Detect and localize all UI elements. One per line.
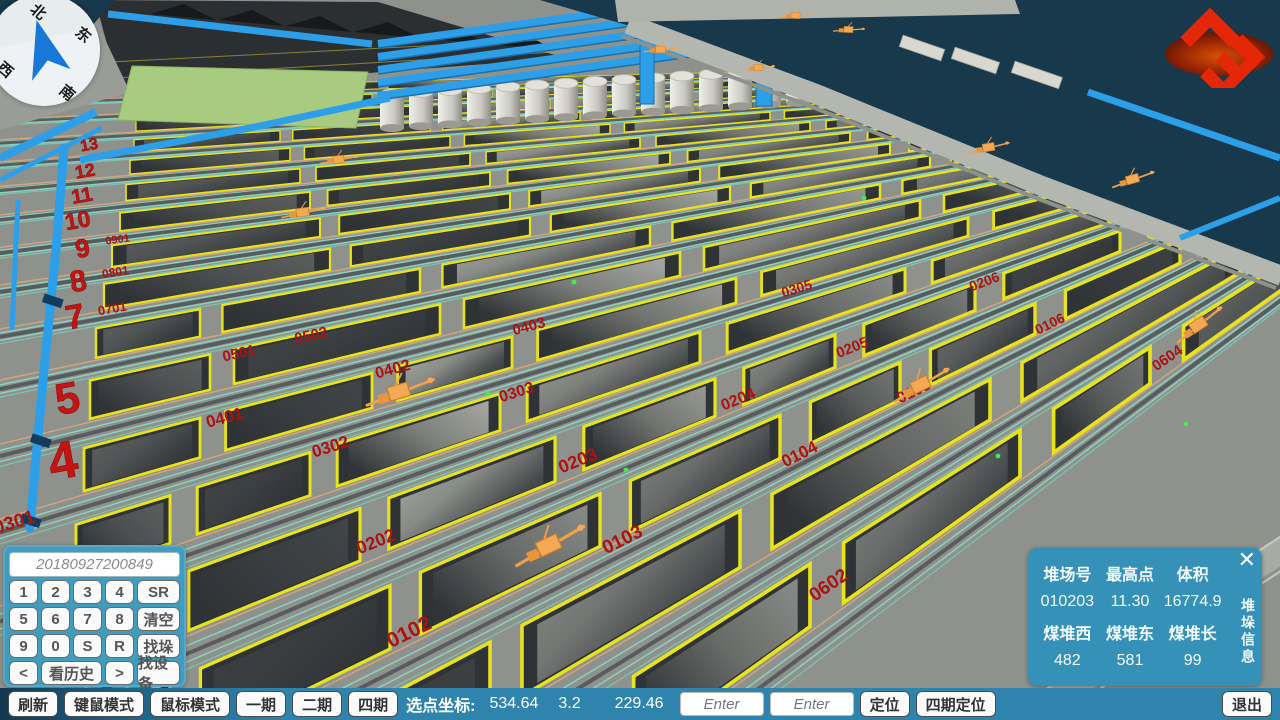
key-8[interactable]: 8 <box>105 607 134 631</box>
status-dot <box>996 454 1001 459</box>
picked-point-x: 534.64 <box>489 695 538 713</box>
pile-east-value: 581 <box>1099 652 1162 670</box>
locate-button[interactable]: 定位 <box>860 691 910 717</box>
max-point-value: 11.30 <box>1099 593 1162 611</box>
max-point-header: 最高点 <box>1099 561 1162 585</box>
key-5[interactable]: 5 <box>9 607 38 631</box>
key-1[interactable]: 1 <box>9 580 38 604</box>
pile-info-panel: ✕ 堆场号 最高点 体积 010203 11.30 16774.9 煤堆西 煤堆… <box>1028 548 1262 686</box>
key-next[interactable]: > <box>105 661 134 685</box>
status-dot <box>862 196 867 201</box>
company-logo <box>1164 8 1274 88</box>
picked-point-y: 3.2 <box>558 695 580 713</box>
pile-length-value: 99 <box>1161 652 1224 670</box>
pile-info-side-label: 堆垛信息 <box>1238 598 1256 666</box>
key-0[interactable]: 0 <box>41 634 70 658</box>
coord-enter-input-2[interactable] <box>770 692 854 716</box>
row-number-label: 11 <box>70 183 95 208</box>
status-dot <box>624 468 629 473</box>
row-number-label: 10 <box>63 205 93 235</box>
mouse-mode-button[interactable]: 鼠标模式 <box>150 691 230 717</box>
key-view-history[interactable]: 看历史 <box>41 661 102 685</box>
refresh-button[interactable]: 刷新 <box>8 691 58 717</box>
key-3[interactable]: 3 <box>73 580 102 604</box>
key-prev[interactable]: < <box>9 661 38 685</box>
pile-west-value: 482 <box>1036 652 1099 670</box>
key-4[interactable]: 4 <box>105 580 134 604</box>
exit-button[interactable]: 退出 <box>1222 691 1272 717</box>
kb-mouse-mode-button[interactable]: 键鼠模式 <box>64 691 144 717</box>
phase2-button[interactable]: 二期 <box>292 691 342 717</box>
key-7[interactable]: 7 <box>73 607 102 631</box>
pile-search-keypad-panel: 1234SR5678清空90SR找垛<看历史>找设备 <box>3 545 186 687</box>
compass-arrow-icon <box>5 11 83 89</box>
volume-header: 体积 <box>1161 561 1224 585</box>
close-icon[interactable]: ✕ <box>1238 548 1256 572</box>
coord-enter-input-1[interactable] <box>680 692 764 716</box>
key-sr[interactable]: SR <box>137 580 180 604</box>
keypad-keys: 1234SR5678清空90SR找垛<看历史>找设备 <box>9 580 180 685</box>
key-clear[interactable]: 清空 <box>137 607 180 631</box>
picked-point-z: 229.46 <box>615 695 664 713</box>
row-number-label: 12 <box>73 160 96 183</box>
pile-west-header: 煤堆西 <box>1036 620 1099 644</box>
pile-length-header: 煤堆长 <box>1161 620 1224 644</box>
pile-code-input[interactable] <box>9 552 180 577</box>
status-dot <box>486 392 491 397</box>
key-find-device[interactable]: 找设备 <box>137 661 180 685</box>
phase1-button[interactable]: 一期 <box>236 691 286 717</box>
key-2[interactable]: 2 <box>41 580 70 604</box>
coal-yard-3d-app: { "compass": { "north": "北", "east": "东"… <box>0 0 1280 720</box>
phase4-locate-button[interactable]: 四期定位 <box>916 691 996 717</box>
key-s[interactable]: S <box>73 634 102 658</box>
status-dot <box>572 280 577 285</box>
key-6[interactable]: 6 <box>41 607 70 631</box>
status-dot <box>1184 422 1189 427</box>
row-number-label: 13 <box>79 136 100 156</box>
pile-east-header: 煤堆东 <box>1099 620 1162 644</box>
yard-no-header: 堆场号 <box>1036 561 1099 585</box>
picked-point-label: 选点坐标: <box>406 692 475 716</box>
key-r[interactable]: R <box>105 634 134 658</box>
yard-no-value: 010203 <box>1036 593 1099 611</box>
phase4-button[interactable]: 四期 <box>348 691 398 717</box>
bottom-toolbar: 刷新 键鼠模式 鼠标模式 一期 二期 四期 选点坐标: 534.64 3.2 2… <box>0 688 1280 720</box>
volume-value: 16774.9 <box>1161 593 1224 611</box>
key-9[interactable]: 9 <box>9 634 38 658</box>
